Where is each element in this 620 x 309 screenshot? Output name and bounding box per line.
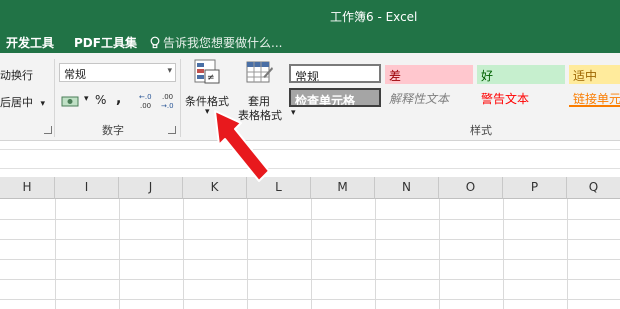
cell-grid[interactable] (0, 199, 620, 309)
svg-text:.00: .00 (140, 102, 151, 110)
alignment-launcher-icon[interactable] (44, 126, 52, 134)
increase-decimal-button[interactable]: ←.0 .00 (138, 91, 158, 111)
comma-button[interactable]: , (116, 91, 121, 107)
column-header-n[interactable]: N (375, 177, 439, 199)
style-good[interactable]: 好 (477, 65, 565, 84)
style-check-cell-label: 检查单元格 (295, 94, 356, 107)
style-warning-label: 警告文本 (481, 92, 530, 106)
grid-line (0, 239, 620, 240)
svg-text:.00: .00 (162, 93, 173, 101)
style-explanatory-label: 解释性文本 (389, 92, 450, 106)
style-neutral-label: 适中 (573, 69, 598, 83)
svg-text:←.0: ←.0 (139, 93, 152, 101)
grid-line (0, 219, 620, 220)
style-bad-label: 差 (389, 69, 402, 83)
column-header-h[interactable]: H (0, 177, 55, 199)
currency-icon (61, 96, 79, 107)
group-separator (180, 59, 181, 137)
merge-dropdown-icon[interactable]: ▾ (41, 99, 46, 109)
lightbulb-icon (150, 36, 160, 49)
wrap-text-button[interactable]: 动换行 (0, 67, 33, 83)
number-group-label: 数字 (102, 124, 124, 137)
style-normal[interactable]: 常规 (289, 64, 381, 83)
grid-line (439, 199, 440, 309)
styles-group-label: 样式 (470, 124, 492, 137)
column-header-i[interactable]: I (55, 177, 119, 199)
svg-text:→.0: →.0 (161, 102, 174, 110)
column-header-m[interactable]: M (311, 177, 375, 199)
merge-center-button[interactable]: 后居中 ▾ (0, 94, 45, 110)
svg-text:≠: ≠ (207, 73, 215, 83)
wrap-text-label: 动换行 (0, 69, 33, 82)
number-format-value: 常规 (64, 68, 86, 81)
style-bad[interactable]: 差 (385, 65, 473, 84)
grid-line (0, 259, 620, 260)
annotation-arrow-icon (214, 110, 270, 182)
style-normal-label: 常规 (295, 70, 320, 83)
style-neutral[interactable]: 适中 (569, 65, 620, 84)
tab-pdf-tools[interactable]: PDF工具集 (74, 34, 137, 51)
column-header-j[interactable]: J (119, 177, 183, 199)
group-separator (54, 59, 55, 137)
style-check-cell[interactable]: 检查单元格 (289, 88, 381, 107)
number-format-select[interactable]: 常规 ▾ (59, 63, 176, 82)
title-bar: 工作簿6 - Excel (0, 0, 620, 31)
style-linked-cell[interactable]: 链接单元格 (569, 88, 620, 107)
formula-bar (0, 141, 620, 178)
formula-input[interactable] (0, 149, 620, 169)
style-linked-cell-label: 链接单元格 (573, 92, 620, 106)
merge-center-label: 后居中 (0, 96, 33, 109)
grid-line (503, 199, 504, 309)
style-explanatory-text[interactable]: 解释性文本 (385, 88, 473, 107)
grid-line (0, 279, 620, 280)
conditional-format-icon: ≠ (194, 59, 220, 84)
number-launcher-icon[interactable] (168, 126, 176, 134)
column-header-q[interactable]: Q (567, 177, 620, 199)
decrease-decimal-button[interactable]: .00 →.0 (160, 91, 180, 111)
increase-decimal-icon: ←.0 .00 (139, 93, 152, 110)
tell-me-text: 告诉我您想要做什么... (163, 36, 283, 50)
currency-button[interactable] (61, 93, 83, 109)
style-good-label: 好 (481, 69, 494, 83)
grid-line (183, 199, 184, 309)
chevron-down-icon: ▾ (167, 66, 172, 76)
column-header-p[interactable]: P (503, 177, 567, 199)
ribbon: 动换行 后居中 ▾ 常规 ▾ ▾ % , ←.0 .00 .00 →.0 数字 (0, 53, 620, 141)
grid-line (119, 199, 120, 309)
tell-me-box[interactable]: 告诉我您想要做什么... (150, 34, 282, 51)
grid-line (567, 199, 568, 309)
style-warning-text[interactable]: 警告文本 (477, 88, 565, 107)
format-table-icon (246, 61, 273, 83)
currency-dropdown-icon[interactable]: ▾ (84, 94, 89, 104)
grid-line (311, 199, 312, 309)
grid-line (375, 199, 376, 309)
tab-developer[interactable]: 开发工具 (6, 34, 54, 51)
percent-button[interactable]: % (95, 93, 106, 107)
grid-line (55, 199, 56, 309)
column-header-o[interactable]: O (439, 177, 503, 199)
window-title: 工作簿6 - Excel (330, 10, 418, 24)
grid-line (247, 199, 248, 309)
ribbon-tabs: 开发工具 PDF工具集 告诉我您想要做什么... (0, 31, 620, 53)
grid-line (0, 299, 620, 300)
decrease-decimal-icon: .00 →.0 (161, 93, 174, 110)
